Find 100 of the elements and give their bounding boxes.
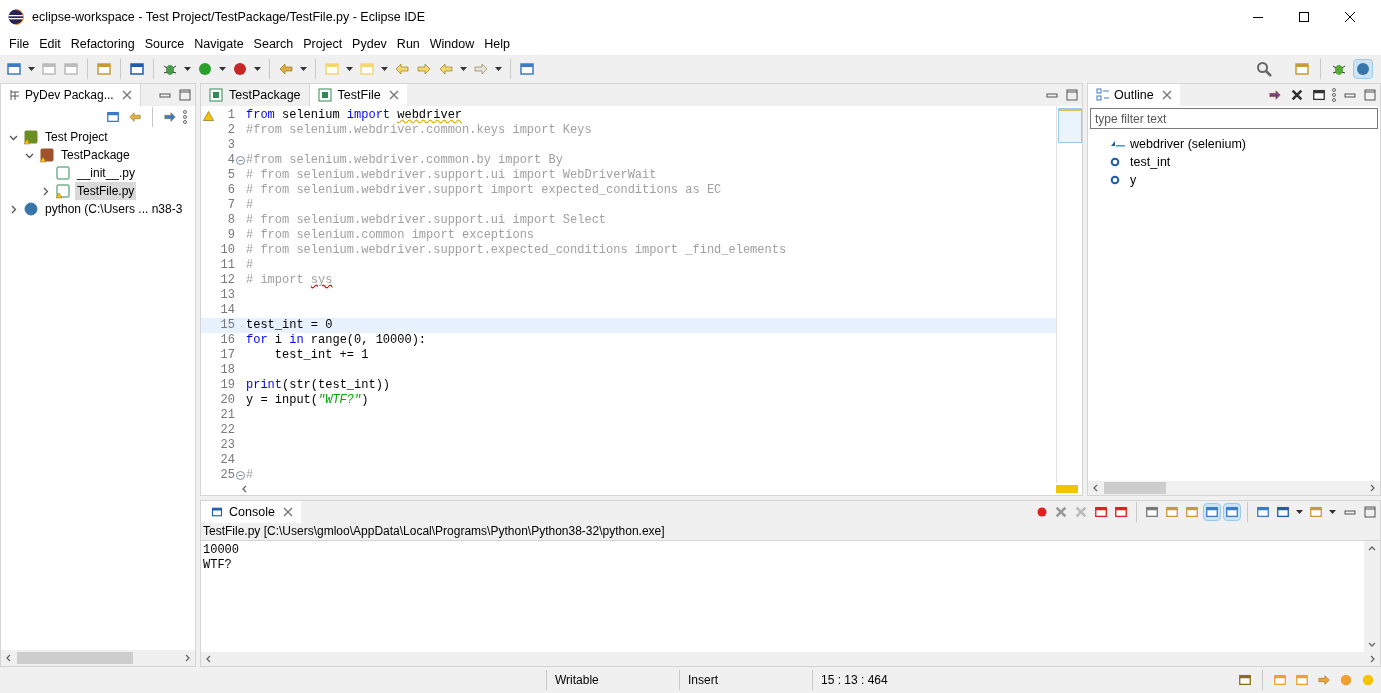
close-icon[interactable] [282,507,293,517]
scroll-left-icon[interactable] [241,485,249,493]
menu-item[interactable]: Refactoring [65,35,140,54]
filter-field[interactable]: type filter text [1090,108,1378,129]
caret-icon[interactable] [28,67,35,71]
minimize-icon[interactable] [1344,90,1356,100]
code-line: test_int = 0 [246,318,333,333]
close-icon[interactable] [121,90,132,100]
annotation-marker[interactable] [1056,485,1078,493]
code-line: # import sys [246,273,333,288]
close-icon[interactable] [388,90,399,100]
line-number: 5 [226,168,235,183]
tree-item[interactable]: python (C:\Users ... n38-3 [43,200,185,218]
horizontal-scrollbar[interactable] [201,652,1380,666]
fold-icon[interactable] [236,471,245,480]
tree-item[interactable]: Test Project [43,128,110,146]
status-field: 15 : 13 : 464 [812,670,932,690]
outline-item[interactable]: y [1130,170,1137,190]
close-icon[interactable] [1161,90,1172,100]
scroll-up-icon[interactable] [1368,545,1376,553]
caret-icon[interactable] [300,67,307,71]
caret-icon[interactable] [381,67,388,71]
search-icon[interactable] [1256,61,1272,77]
code-line: # from selenium.webdriver.support.ui import WebDriverWait [246,168,657,183]
line-number: 6 [226,183,235,198]
scroll-right-icon[interactable] [1368,655,1376,663]
outline-item[interactable]: webdriver (selenium) [1130,134,1246,154]
line-number: 11 [219,258,235,273]
fold-icon[interactable] [236,156,245,165]
view-tab[interactable]: PyDev Packag... [1,84,141,106]
code-line: #from selenium.webdriver.common.keys import Keys [246,123,592,138]
line-number: 3 [226,138,235,153]
view-tab[interactable]: Console [201,501,301,523]
horizontal-scrollbar[interactable] [1088,481,1380,495]
scroll-left-icon[interactable] [5,654,13,662]
menu-item[interactable]: Window [424,35,480,54]
minimize-icon[interactable] [1344,507,1356,517]
scroll-left-icon[interactable] [1092,484,1100,492]
vertical-scrollbar[interactable] [1364,541,1380,652]
show-output-icon[interactable] [1203,503,1221,521]
menu-item[interactable]: Pydev [347,35,392,54]
code-line: # from selenium.webdriver.support.expected_conditions import _find_elements [246,243,787,258]
file-icon [55,183,71,199]
menu-item[interactable]: Project [298,35,348,54]
caret-icon[interactable] [346,67,353,71]
horizontal-scrollbar[interactable] [1,650,195,666]
line-number: 4 [226,153,235,168]
maximize-icon[interactable] [1066,89,1078,101]
maximize-icon[interactable] [1364,89,1376,101]
menu-item[interactable]: File [4,35,35,54]
package-explorer-icon [9,89,21,101]
tree-item[interactable]: TestFile.py [75,182,137,200]
line-number: 22 [219,423,235,438]
code-line: test_int += 1 [273,348,369,363]
line-number: 9 [226,228,235,243]
menu-item[interactable]: Search [248,35,299,54]
outline-item[interactable]: test_int [1130,152,1171,172]
line-number: 17 [219,348,235,363]
line-number: 2 [226,123,235,138]
package-icon [39,147,55,163]
console-output-line: 10000 [203,543,240,558]
menu-item[interactable]: Navigate [189,35,249,54]
status-field: Writable [546,670,679,690]
maximize-icon[interactable] [1364,506,1376,518]
outline-icon [1096,88,1110,102]
code-line: # from selenium.webdriver.support.ui import Select [246,213,607,228]
line-number: 7 [226,198,235,213]
minimize-icon[interactable] [159,90,171,100]
menu-item[interactable]: Help [479,35,515,54]
menu-item[interactable]: Edit [34,35,66,54]
view-menu-icon[interactable] [1332,88,1336,102]
scroll-right-icon[interactable] [1368,484,1376,492]
editor-tab[interactable]: TestFile [309,84,407,106]
caret-icon[interactable] [460,67,467,71]
menu-item[interactable]: Run [391,35,425,54]
view-menu-icon[interactable] [183,110,187,124]
menu-item[interactable]: Source [139,35,190,54]
scroll-right-icon[interactable] [183,654,191,662]
minimize-icon[interactable] [1046,90,1058,100]
show-error-icon[interactable] [1223,503,1241,521]
line-number: 8 [226,213,235,228]
tree-item[interactable]: __init__.py [75,164,138,182]
line-number: 20 [219,393,235,408]
caret-icon[interactable] [254,67,261,71]
code-line: for i in range(0, 10000): [246,333,427,348]
caret-icon[interactable] [1329,510,1336,514]
scroll-down-icon[interactable] [1368,640,1376,648]
line-number: 14 [219,303,235,318]
caret-icon[interactable] [495,67,502,71]
scroll-left-icon[interactable] [205,655,213,663]
caret-icon[interactable] [184,67,191,71]
line-number: 19 [219,378,235,393]
maximize-icon[interactable] [179,89,191,101]
line-number: 25 [219,468,235,483]
view-tab[interactable]: Outline [1088,84,1180,106]
code-line: y = input("WTF?") [246,393,369,408]
caret-icon[interactable] [219,67,226,71]
tree-item[interactable]: TestPackage [59,146,132,164]
code-line: from selenium import webdriver [246,108,463,123]
caret-icon[interactable] [1296,510,1303,514]
